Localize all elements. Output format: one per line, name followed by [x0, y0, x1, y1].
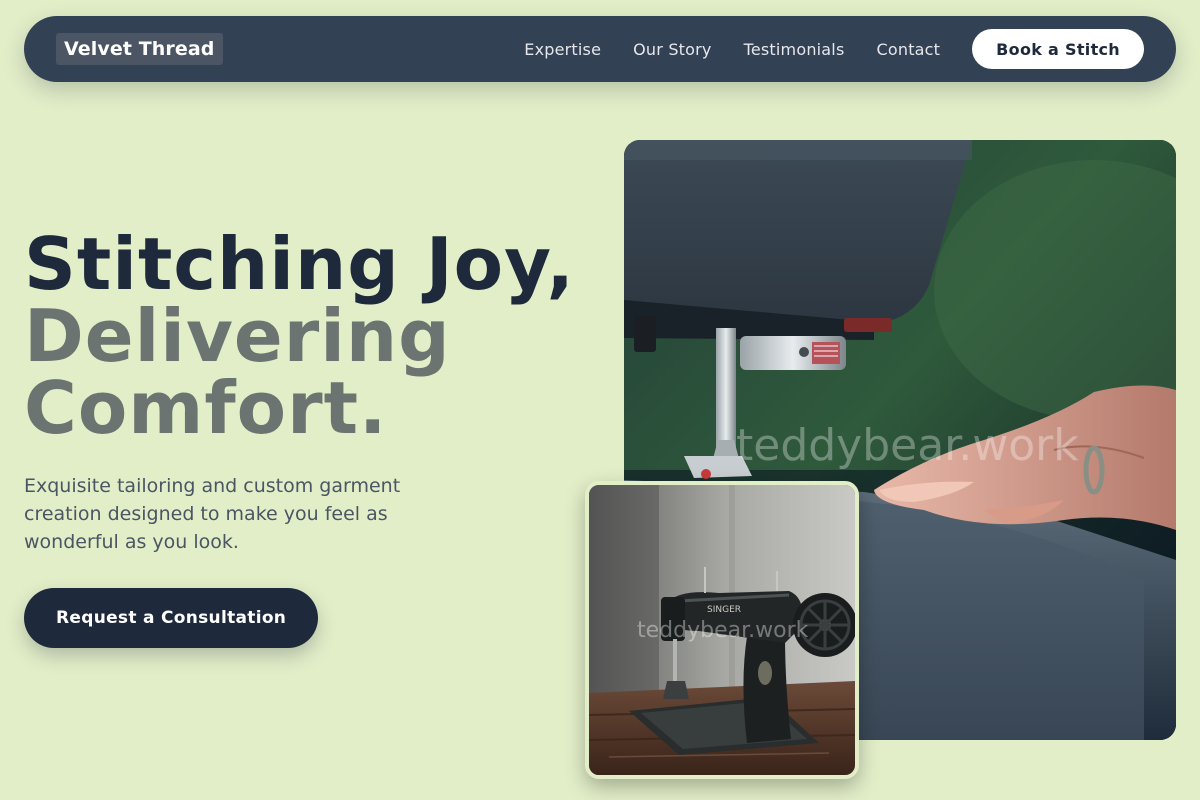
nav-menu: Expertise Our Story Testimonials Contact… [524, 29, 1144, 69]
nav-link-testimonials[interactable]: Testimonials [744, 40, 845, 59]
top-navigation: Velvet Thread Expertise Our Story Testim… [24, 16, 1176, 82]
hero-title: Stitching Joy, Delivering Comfort. [24, 228, 604, 444]
hero-title-line-3: Comfort. [24, 366, 388, 450]
hero-subtitle: Exquisite tailoring and custom garment c… [24, 475, 401, 553]
nav-link-our-story[interactable]: Our Story [633, 40, 711, 59]
hero-inset-image: SINGER teddybear.work [585, 481, 859, 779]
vintage-sewing-machine-photo: SINGER teddybear.work [589, 485, 855, 775]
nav-link-expertise[interactable]: Expertise [524, 40, 601, 59]
hero-title-line-2: Delivering [24, 294, 451, 378]
inset-singer-brand-text: SINGER [707, 605, 741, 615]
book-a-stitch-button[interactable]: Book a Stitch [972, 29, 1144, 69]
nav-link-contact[interactable]: Contact [877, 40, 941, 59]
brand-logo[interactable]: Velvet Thread [56, 33, 223, 65]
inset-image-watermark: teddybear.work [637, 618, 809, 643]
request-consultation-button[interactable]: Request a Consultation [24, 588, 319, 648]
hero-title-line-1: Stitching Joy, [24, 222, 575, 306]
main-image-watermark: teddybear.work [736, 420, 1079, 471]
